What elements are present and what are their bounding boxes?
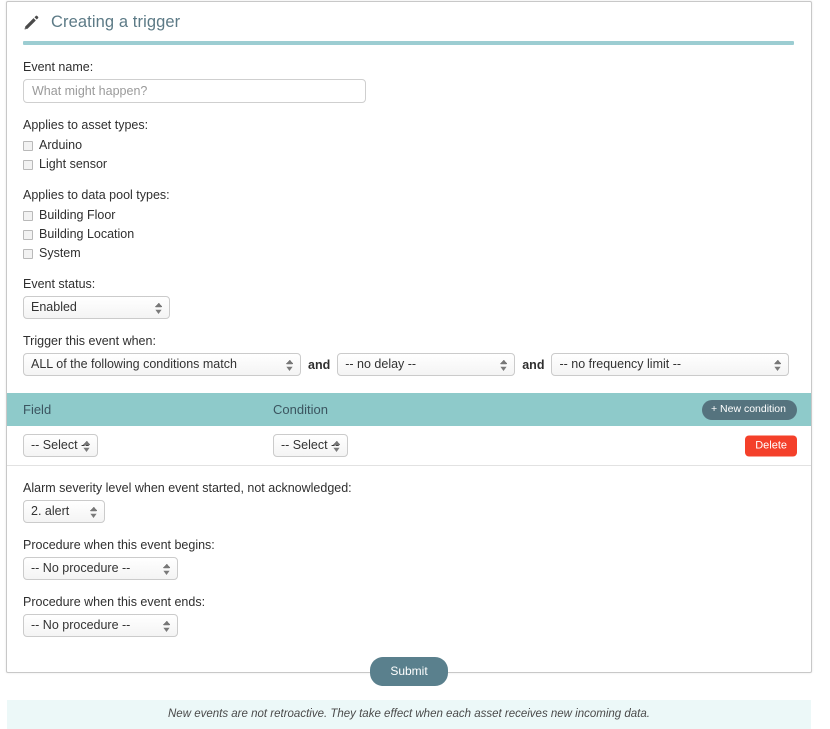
checkbox-label-building-floor: Building Floor <box>39 208 116 222</box>
page-title: Creating a trigger <box>51 13 181 31</box>
delay-select[interactable]: -- no delay -- <box>337 353 516 376</box>
condition-operator-select[interactable]: -- Select -- <box>273 434 348 457</box>
pencil-icon <box>24 15 39 29</box>
checkbox-row-light-sensor[interactable]: Light sensor <box>23 156 795 173</box>
and-label-1: and <box>308 357 331 372</box>
severity-select[interactable]: 2. alert <box>23 500 105 523</box>
checkbox-row-building-floor[interactable]: Building Floor <box>23 207 795 224</box>
frequency-limit-select[interactable]: -- no frequency limit -- <box>551 353 790 376</box>
trigger-form-panel: Creating a trigger Event name: Applies t… <box>6 1 812 729</box>
event-name-label: Event name: <box>23 60 94 74</box>
submit-button[interactable]: Submit <box>370 657 448 686</box>
checkbox-building-location[interactable] <box>23 229 33 240</box>
submit-row: Submit <box>23 657 795 686</box>
procedure-ends-label: Procedure when this event ends: <box>23 595 206 609</box>
trigger-when-label: Trigger this event when: <box>23 334 156 348</box>
condition-row: -- Select -- -- Select -- Delete <box>7 426 811 466</box>
checkbox-building-floor[interactable] <box>23 210 33 221</box>
trigger-form: Event name: Applies to asset types: Ardu… <box>7 60 811 376</box>
condition-match-value: ALL of the following conditions match <box>31 357 237 371</box>
delete-condition-button[interactable]: Delete <box>745 435 797 456</box>
procedure-ends-select[interactable]: -- No procedure -- <box>23 614 178 637</box>
conditions-table-header: Field Condition + New condition <box>7 393 811 426</box>
checkbox-row-system[interactable]: System <box>23 245 795 262</box>
asset-types-label: Applies to asset types: <box>23 118 149 132</box>
and-label-2: and <box>522 357 545 372</box>
footer-note: New events are not retroactive. They tak… <box>7 700 811 729</box>
frequency-limit-value: -- no frequency limit -- <box>559 357 682 371</box>
delay-value: -- no delay -- <box>345 357 417 371</box>
procedure-begins-select[interactable]: -- No procedure -- <box>23 557 178 580</box>
checkbox-row-building-location[interactable]: Building Location <box>23 226 795 243</box>
condition-match-select[interactable]: ALL of the following conditions match <box>23 353 301 376</box>
severity-label: Alarm severity level when event started,… <box>23 481 352 495</box>
checkbox-row-arduino[interactable]: Arduino <box>23 137 795 154</box>
checkbox-label-arduino: Arduino <box>39 138 83 152</box>
trigger-form-lower: Alarm severity level when event started,… <box>7 481 811 686</box>
event-name-input[interactable] <box>23 79 366 103</box>
condition-field-select[interactable]: -- Select -- <box>23 434 98 457</box>
event-status-select[interactable]: Enabled <box>23 296 170 319</box>
procedure-begins-label: Procedure when this event begins: <box>23 538 215 552</box>
condition-field-cell: -- Select -- <box>23 434 273 457</box>
condition-operator-cell: -- Select -- <box>273 434 795 457</box>
checkbox-light-sensor[interactable] <box>23 159 33 170</box>
new-condition-button[interactable]: + New condition <box>701 399 797 420</box>
checkbox-arduino[interactable] <box>23 140 33 151</box>
event-status-value: Enabled <box>31 300 77 314</box>
checkbox-label-light-sensor: Light sensor <box>39 157 108 171</box>
column-header-field: Field <box>23 402 52 417</box>
checkbox-system[interactable] <box>23 248 33 259</box>
trigger-when-row: ALL of the following conditions match an… <box>23 353 795 376</box>
condition-field-value: -- Select -- <box>31 438 90 452</box>
condition-operator-value: -- Select -- <box>281 438 340 452</box>
procedure-ends-value: -- No procedure -- <box>31 618 131 632</box>
severity-value: 2. alert <box>31 504 70 518</box>
page-header: Creating a trigger <box>7 2 811 32</box>
procedure-begins-value: -- No procedure -- <box>31 561 131 575</box>
checkbox-label-system: System <box>39 246 81 260</box>
data-pool-types-label: Applies to data pool types: <box>23 188 170 202</box>
title-divider <box>23 41 794 45</box>
conditions-panel: Field Condition + New condition -- Selec… <box>7 393 811 466</box>
event-status-label: Event status: <box>23 277 96 291</box>
checkbox-label-building-location: Building Location <box>39 227 135 241</box>
